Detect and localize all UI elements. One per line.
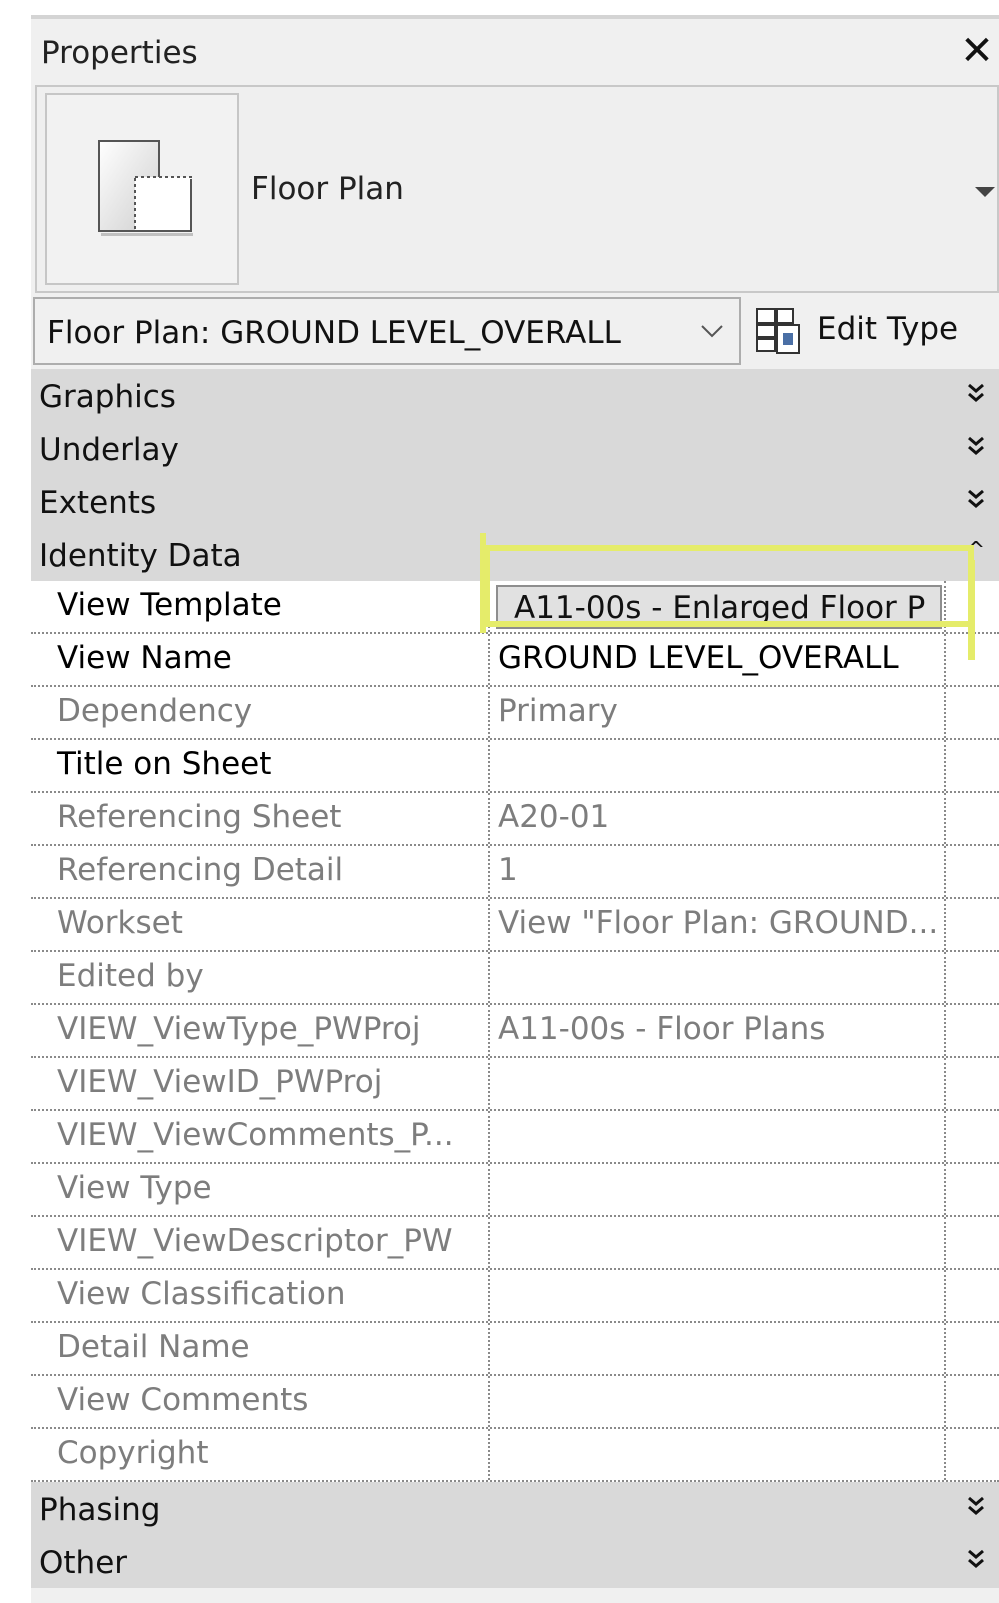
triangle-down-icon[interactable] [973,181,997,201]
palette-title-bar: Properties ✕ [31,19,999,81]
property-row[interactable]: View Comments [31,1376,999,1429]
property-row[interactable]: VIEW_ViewID_PWProj [31,1058,999,1111]
property-grid: Graphics Underlay Extents Identity Data ^ … [31,369,999,1588]
type-name: Floor Plan [251,171,404,207]
property-name: Referencing Detail [31,846,490,897]
property-row[interactable]: View Classification [31,1270,999,1323]
expand-icon[interactable] [965,1492,987,1522]
property-row[interactable]: Referencing Detail 1 [31,846,999,899]
property-row[interactable]: View Type [31,1164,999,1217]
property-name: Edited by [31,952,490,1003]
property-value [490,1058,946,1109]
close-icon[interactable]: ✕ [957,31,997,71]
property-row[interactable]: Dependency Primary [31,687,999,740]
property-value [490,952,946,1003]
expand-icon[interactable] [965,1545,987,1575]
type-thumbnail [45,93,239,285]
property-name: Copyright [31,1429,490,1480]
property-value [490,1323,946,1374]
property-value [490,1376,946,1427]
group-label: Identity Data [39,538,242,574]
property-value: Primary [490,687,946,738]
property-value [490,1270,946,1321]
floor-plan-icon [98,140,193,236]
property-value: A20-01 [490,793,946,844]
group-other[interactable]: Other [31,1535,999,1588]
instance-filter-dropdown[interactable]: Floor Plan: GROUND LEVEL_OVERALL [33,297,741,365]
property-name: View Classification [31,1270,490,1321]
property-row[interactable]: Title on Sheet [31,740,999,793]
group-label: Phasing [39,1492,161,1528]
expand-icon[interactable] [965,432,987,462]
type-selector[interactable]: Floor Plan [35,85,999,293]
instance-filter-value: Floor Plan: GROUND LEVEL_OVERALL [47,315,621,351]
property-row[interactable]: VIEW_ViewDescriptor_PW [31,1217,999,1270]
property-name: View Comments [31,1376,490,1427]
property-value: 1 [490,846,946,897]
properties-palette: Properties ✕ Floor Plan Floor Plan: GROU… [31,15,999,1603]
property-value: View "Floor Plan: GROUND... [490,899,946,950]
property-value [490,1217,946,1268]
property-name: Referencing Sheet [31,793,490,844]
instance-filter-row: Floor Plan: GROUND LEVEL_OVERALL Edit Ty… [31,297,999,369]
property-value: A11-00s - Floor Plans [490,1005,946,1056]
property-name: VIEW_ViewID_PWProj [31,1058,490,1109]
expand-icon[interactable] [965,379,987,409]
property-name: View Template [31,581,490,632]
edit-type-icon [756,308,800,354]
group-graphics[interactable]: Graphics [31,369,999,422]
group-label: Graphics [39,379,176,415]
property-value[interactable]: GROUND LEVEL_OVERALL [490,634,946,685]
property-row[interactable]: Edited by [31,952,999,1005]
property-name: View Name [31,634,490,685]
property-row[interactable]: Referencing Sheet A20-01 [31,793,999,846]
property-name: Workset [31,899,490,950]
property-name: Detail Name [31,1323,490,1374]
property-value [490,1164,946,1215]
property-row[interactable]: Workset View "Floor Plan: GROUND... [31,899,999,952]
property-row[interactable]: Detail Name [31,1323,999,1376]
group-phasing[interactable]: Phasing [31,1482,999,1535]
highlight-mark [480,533,486,633]
group-label: Other [39,1545,128,1581]
property-name: View Type [31,1164,490,1215]
property-value[interactable] [490,740,946,791]
property-name: Title on Sheet [31,740,490,791]
group-label: Extents [39,485,157,521]
group-underlay[interactable]: Underlay [31,422,999,475]
edit-type-button[interactable]: Edit Type [755,301,999,361]
property-row[interactable]: View Template A11-00s - Enlarged Floor P [31,581,999,634]
palette-title: Properties [41,35,198,71]
property-row[interactable]: VIEW_ViewType_PWProj A11-00s - Floor Plan… [31,1005,999,1058]
view-template-button[interactable]: A11-00s - Enlarged Floor P [496,585,942,629]
property-name: VIEW_ViewType_PWProj [31,1005,490,1056]
group-label: Underlay [39,432,179,468]
property-name: VIEW_ViewComments_P... [31,1111,490,1162]
group-extents[interactable]: Extents [31,475,999,528]
property-row[interactable]: View Name GROUND LEVEL_OVERALL [31,634,999,687]
edit-type-label: Edit Type [817,311,959,347]
highlight-mark [968,560,975,660]
chevron-down-icon [701,325,723,338]
group-identity-data[interactable]: Identity Data ^ [31,528,999,581]
property-row[interactable]: Copyright [31,1429,999,1482]
property-name: VIEW_ViewDescriptor_PW [31,1217,490,1268]
property-name: Dependency [31,687,490,738]
property-value [490,1429,946,1480]
expand-icon[interactable] [965,485,987,515]
property-row[interactable]: VIEW_ViewComments_P... [31,1111,999,1164]
property-value [490,1111,946,1162]
